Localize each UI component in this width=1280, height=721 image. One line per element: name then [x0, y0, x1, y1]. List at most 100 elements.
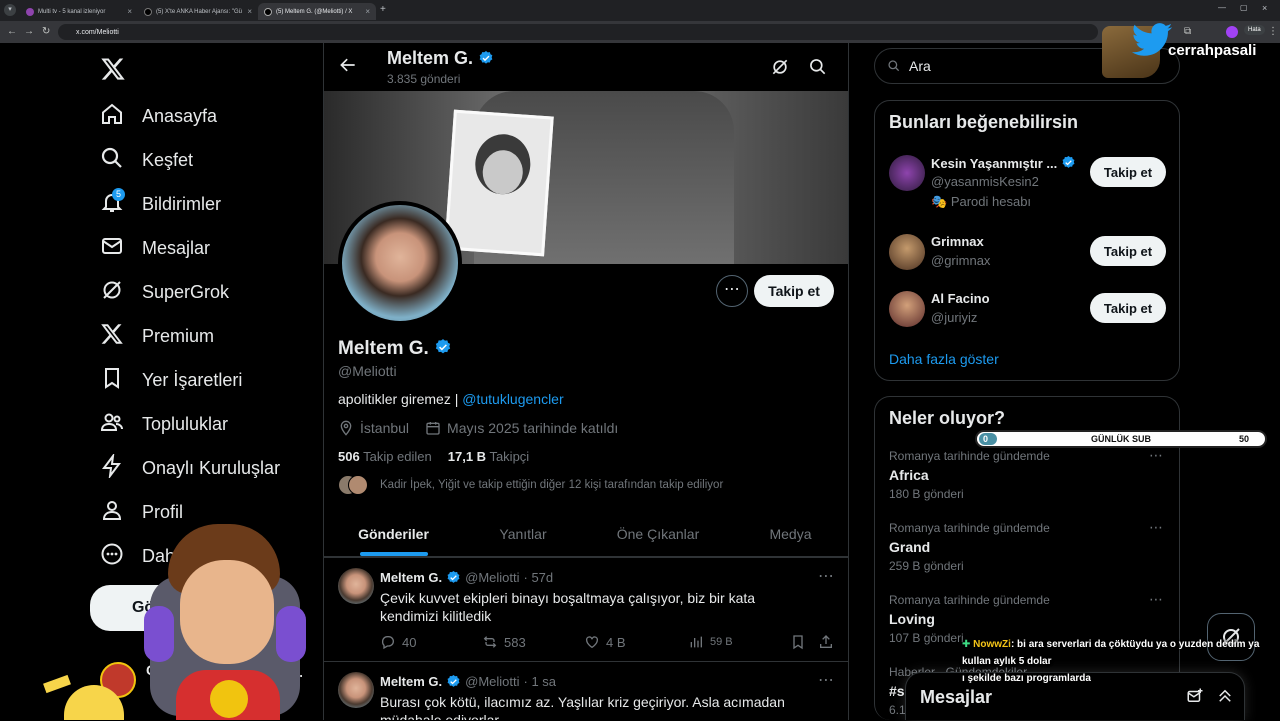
close-tab-icon[interactable]: ×	[247, 7, 252, 16]
profile-avatar[interactable]	[338, 201, 462, 325]
tweet[interactable]: Meltem G. @Meliotti · 1 sa ⋯ Burası çok …	[324, 661, 848, 720]
browser-tab-bar: ▾ Multi tv - 5 kanal izleniyor × (5) X't…	[0, 0, 1280, 21]
share-icon[interactable]	[818, 634, 834, 655]
bolt-icon	[100, 451, 124, 483]
maximize-icon[interactable]: ▢	[1240, 3, 1248, 12]
bookmark-icon[interactable]	[790, 634, 806, 655]
views-button[interactable]: 59 B	[688, 634, 733, 650]
search-icon[interactable]	[808, 57, 828, 82]
trend-meta: Romanya tarihinde gündemde	[889, 449, 1050, 463]
browser-tab-1[interactable]: Multi tv - 5 kanal izleniyor ×	[20, 3, 138, 20]
tab-media[interactable]: Medya	[733, 510, 848, 556]
views-chart-icon	[690, 636, 702, 648]
followers-label: Takipçi	[489, 449, 530, 464]
trend-item[interactable]: Romanya tarihinde gündemde Grand 259 B g…	[889, 519, 1169, 581]
trend-more-icon[interactable]: ⋯	[1149, 447, 1163, 464]
nav-label: Mesajlar	[142, 237, 211, 258]
nav-supergrok[interactable]: SuperGrok	[100, 276, 229, 308]
calendar-icon	[426, 422, 440, 435]
follower-avatars	[338, 475, 370, 495]
watermark-text: cerrahpasali	[1168, 42, 1257, 59]
minimize-icon[interactable]: —	[1218, 3, 1226, 12]
tab-posts[interactable]: Gönderiler	[324, 510, 463, 556]
tweet-handle[interactable]: @Meliotti	[465, 674, 519, 689]
browser-tab-2[interactable]: (5) X'te ANKA Haber Ajansı: "Gü ×	[138, 3, 258, 20]
retweet-button[interactable]: 583	[482, 634, 526, 650]
search-placeholder: Ara	[909, 58, 931, 74]
x-logo-icon	[100, 322, 124, 351]
nav-bookmarks[interactable]: Yer İşaretleri	[100, 364, 242, 396]
tweet[interactable]: Meltem G. @Meliotti · 57d ⋯ Çevik kuvvet…	[324, 557, 848, 661]
tweet-time[interactable]: · 57d	[524, 570, 554, 585]
suggestion-name: Al Facino	[931, 291, 990, 306]
show-more-link[interactable]: Daha fazla göster	[889, 351, 999, 367]
expand-drawer-icon[interactable]	[1216, 687, 1234, 710]
following-link[interactable]: 506 Takip edilen	[338, 449, 432, 464]
suggestion-item[interactable]: Kesin Yaşanmıştır ... @yasanmisKesin2 🎭 …	[889, 153, 1169, 213]
verified-badge-icon	[1062, 155, 1075, 168]
tweet-avatar[interactable]	[338, 672, 374, 708]
follow-button[interactable]: Takip et	[754, 275, 834, 307]
reply-button[interactable]: 40	[380, 634, 416, 650]
nav-home[interactable]: Anasayfa	[100, 100, 217, 132]
nav-communities[interactable]: Topluluklar	[100, 408, 228, 440]
nav-messages[interactable]: Mesajlar	[100, 232, 210, 264]
chat-message: ✚ NowwZi: bi ara serverlari da çöktüydu …	[962, 636, 1280, 653]
follow-button[interactable]: Takip et	[1090, 293, 1166, 323]
notification-badge: 5	[112, 187, 125, 201]
profile-name-row: Meltem G.	[338, 338, 452, 360]
profile-name: Meltem G.	[338, 338, 429, 359]
tweet-avatar[interactable]	[338, 568, 374, 604]
close-tab-icon[interactable]: ×	[365, 7, 370, 16]
trend-more-icon[interactable]: ⋯	[1149, 519, 1163, 536]
nav-notifications[interactable]: 5 Bildirimler	[100, 187, 221, 220]
tweet-author-name[interactable]: Meltem G.	[380, 674, 442, 689]
back-icon[interactable]: ←	[7, 25, 17, 39]
grok-icon[interactable]	[770, 57, 790, 82]
tweet-time[interactable]: · 1 sa	[524, 674, 557, 689]
followed-by-row[interactable]: Kadir İpek, Yiğit ve takip ettiğin diğer…	[338, 475, 838, 495]
chat-text: : bi ara serverlari da çöktüydu ya o yuz…	[1010, 639, 1260, 650]
nav-explore[interactable]: Keşfet	[100, 144, 193, 176]
tweet-header: Meltem G. @Meliotti · 57d	[380, 570, 553, 585]
location-pin-icon	[340, 420, 352, 436]
tweet-handle[interactable]: @Meliotti	[465, 570, 519, 585]
tweet-more-icon[interactable]: ⋯	[818, 670, 834, 690]
tweet-author-name[interactable]: Meltem G.	[380, 570, 442, 585]
suggestion-name-row: Kesin Yaşanmıştır ...	[931, 155, 1076, 171]
more-options-button[interactable]: ⋯	[716, 275, 748, 307]
x-favicon-icon	[264, 7, 272, 16]
tab-highlights[interactable]: Öne Çıkanlar	[583, 510, 733, 556]
suggestions-panel: Bunları beğenebilirsin Kesin Yaşanmıştır…	[874, 100, 1180, 381]
trend-more-icon[interactable]: ⋯	[1149, 591, 1163, 608]
trend-item[interactable]: Romanya tarihinde gündemde Africa 180 B …	[889, 447, 1169, 509]
browser-tab-3[interactable]: (5) Meltem G. (@Meliotti) / X ×	[258, 3, 376, 20]
close-window-icon[interactable]: ×	[1262, 3, 1267, 13]
tab-replies[interactable]: Yanıtlar	[463, 510, 583, 556]
follow-button[interactable]: Takip et	[1090, 236, 1166, 266]
nav-verified-orgs[interactable]: Onaylı Kuruluşlar	[100, 451, 280, 484]
nav-premium[interactable]: Premium	[100, 320, 214, 352]
close-tab-icon[interactable]: ×	[127, 7, 132, 16]
profile-joined: Mayıs 2025 tarihinde katıldı	[447, 420, 619, 436]
forward-icon[interactable]: →	[24, 25, 34, 39]
like-button[interactable]: 4 B	[584, 634, 626, 650]
reload-icon[interactable]: ↻	[42, 25, 50, 39]
url-field[interactable]: x.com/Meliotti	[58, 24, 1098, 40]
header-name: Meltem G.	[387, 48, 474, 68]
suggestion-handle: @grimnax	[931, 253, 991, 268]
suggestion-item[interactable]: Grimnax @grimnax Takip et	[889, 232, 1169, 272]
x-logo-icon[interactable]	[100, 56, 126, 82]
followers-link[interactable]: 17,1 B Takipçi	[448, 449, 529, 464]
new-tab-button[interactable]: +	[380, 4, 386, 15]
tab-list-button[interactable]: ▾	[4, 4, 16, 16]
suggestion-item[interactable]: Al Facino @juriyiz Takip et	[889, 289, 1169, 329]
follow-button[interactable]: Takip et	[1090, 157, 1166, 187]
bio-link[interactable]: @tutuklugencler	[462, 391, 563, 407]
followers-count: 17,1 B	[447, 449, 487, 464]
new-message-icon[interactable]	[1186, 687, 1204, 710]
suggestion-handle: @juriyiz	[931, 310, 978, 325]
tweet-more-icon[interactable]: ⋯	[818, 566, 834, 586]
back-arrow-icon[interactable]	[338, 55, 358, 80]
reply-count: 40	[402, 634, 417, 650]
